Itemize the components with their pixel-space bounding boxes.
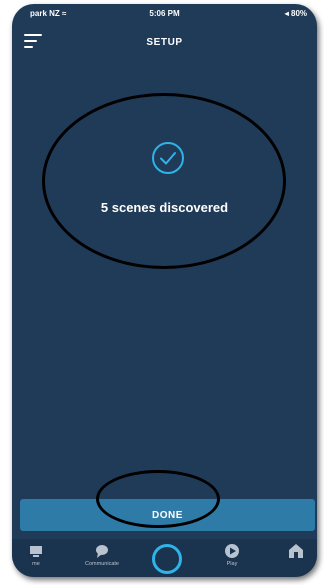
tab-home[interactable]: me: [12, 543, 66, 567]
tab-communicate-label: Communicate: [85, 561, 119, 567]
done-button-label: DONE: [152, 509, 183, 521]
tab-communicate[interactable]: Communicate: [72, 543, 132, 567]
page-title: SETUP: [146, 37, 183, 48]
battery-indicator: ◂ 80%: [284, 9, 307, 18]
devices-icon: [289, 544, 303, 558]
tab-home-label: me: [32, 561, 40, 567]
home-icon: [30, 546, 42, 557]
alexa-icon[interactable]: [152, 544, 182, 574]
tab-devices[interactable]: [266, 543, 317, 561]
done-button[interactable]: DONE: [20, 499, 315, 531]
discovery-message: 5 scenes discovered: [100, 200, 229, 215]
status-bar: park NZ ≈ 5:06 PM ◂ 80%: [12, 4, 317, 20]
tab-play-label: Play: [226, 561, 238, 567]
tab-play[interactable]: Play: [202, 543, 262, 567]
play-icon: [225, 544, 239, 558]
checkmark-circle-icon: [152, 142, 184, 174]
app-screen: park NZ ≈ 5:06 PM ◂ 80% SETUP 5 scenes d…: [12, 4, 317, 577]
status-time: 5:06 PM: [149, 9, 180, 18]
chat-icon: [96, 545, 108, 558]
